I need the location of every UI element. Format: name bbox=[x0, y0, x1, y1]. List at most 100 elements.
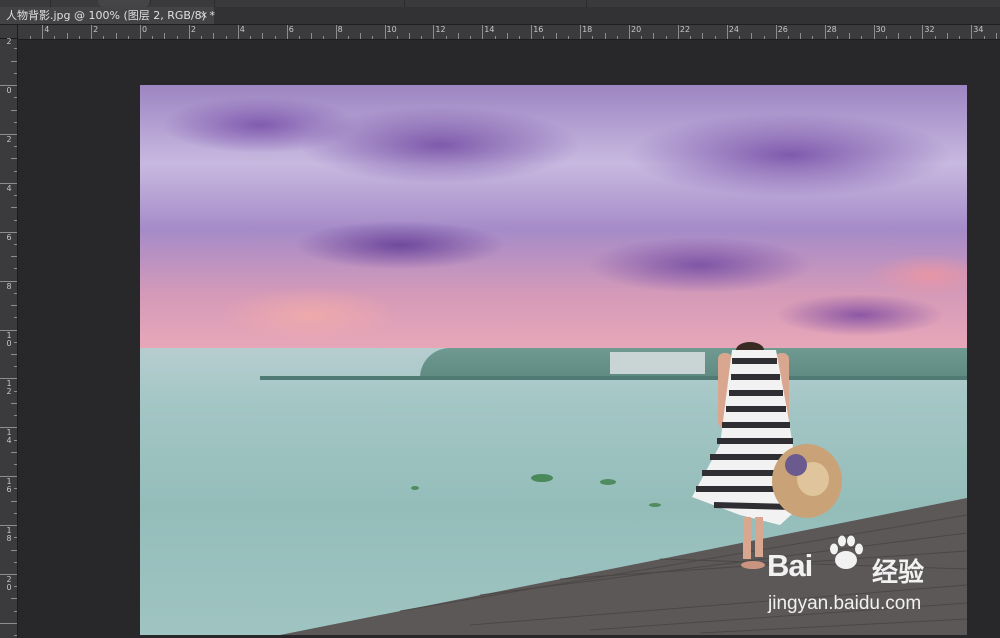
ruler-tick bbox=[787, 36, 789, 39]
ruler-tick bbox=[66, 33, 68, 39]
ruler-label: 26 bbox=[777, 25, 788, 34]
ruler-tick bbox=[201, 36, 203, 39]
ruler-tick bbox=[164, 33, 166, 39]
ruler-tick bbox=[959, 36, 961, 39]
ruler-tick bbox=[286, 25, 288, 39]
ruler-label: 6 bbox=[6, 232, 12, 242]
ruler-tick bbox=[11, 549, 17, 551]
vertical-ruler[interactable]: 202468101214161820 bbox=[0, 37, 18, 638]
ruler-tick bbox=[14, 439, 17, 441]
ruler-tick bbox=[714, 36, 716, 39]
ruler-tick bbox=[653, 33, 655, 39]
ruler-tick bbox=[152, 36, 154, 39]
ruler-tick bbox=[763, 36, 765, 39]
ruler-tick bbox=[396, 36, 398, 39]
ruler-tick bbox=[11, 353, 17, 355]
ruler-tick bbox=[604, 33, 606, 39]
ruler-tick bbox=[14, 268, 17, 270]
ruler-label: 14 bbox=[6, 428, 12, 446]
strip-segment bbox=[403, 0, 405, 7]
ruler-tick bbox=[983, 36, 985, 39]
ruler-tick bbox=[54, 36, 56, 39]
ruler-tick bbox=[897, 33, 899, 39]
ruler-label: 2 bbox=[190, 25, 196, 34]
ruler-label: 12 bbox=[6, 379, 12, 397]
ruler-tick bbox=[176, 36, 178, 39]
ruler-tick bbox=[14, 97, 17, 99]
ruler-tick bbox=[14, 415, 17, 417]
ruler-tick bbox=[14, 512, 17, 514]
watermark-brand-suffix: 经验 bbox=[872, 558, 925, 588]
ruler-tick bbox=[690, 36, 692, 39]
ruler-label: 8 bbox=[337, 25, 343, 34]
ruler-tick bbox=[592, 36, 594, 39]
ruler-tick bbox=[115, 33, 117, 39]
ruler-tick bbox=[0, 133, 17, 135]
ruler-tick bbox=[42, 25, 44, 39]
ruler-tick bbox=[11, 402, 17, 404]
ruler-label: 6 bbox=[288, 25, 294, 34]
ruler-tick bbox=[188, 25, 190, 39]
strip-segment bbox=[213, 0, 215, 7]
ruler-tick bbox=[11, 60, 17, 62]
ruler-tick bbox=[470, 36, 472, 39]
ruler-label: 18 bbox=[582, 25, 593, 34]
strip-segment bbox=[0, 0, 51, 7]
paw-icon bbox=[830, 535, 863, 569]
ruler-tick bbox=[812, 36, 814, 39]
ruler-tick bbox=[531, 25, 533, 39]
ruler-tick bbox=[14, 561, 17, 563]
ruler-tick bbox=[14, 292, 17, 294]
horizontal-ruler[interactable]: 4 2 0 2 4 6 8 10 12 14 16 18 20 22 24 26 28 30 32 34 bbox=[18, 25, 1000, 40]
ruler-tick bbox=[800, 33, 802, 39]
strip-segment bbox=[585, 0, 587, 7]
ruler-tick bbox=[11, 305, 17, 306]
ruler-tick bbox=[677, 25, 679, 39]
ruler-tick bbox=[519, 36, 520, 39]
ruler-label: 32 bbox=[924, 25, 935, 34]
ruler-tick bbox=[91, 25, 93, 39]
ruler-tick bbox=[14, 48, 17, 50]
ruler-tick bbox=[0, 427, 17, 429]
ruler-tick bbox=[836, 36, 838, 39]
ruler-label: 4 bbox=[44, 25, 50, 34]
ruler-tick bbox=[641, 36, 643, 39]
ruler-tick bbox=[360, 33, 361, 39]
ruler-tick bbox=[971, 25, 973, 39]
ruler-label: 20 bbox=[6, 575, 12, 592]
document-tab[interactable]: 人物背影.jpg @ 100% (图层 2, RGB/8) * × bbox=[0, 7, 215, 24]
ruler-tick bbox=[849, 33, 850, 39]
ruler-label: 24 bbox=[728, 25, 739, 34]
ruler-tick bbox=[726, 25, 728, 39]
ruler-label: 28 bbox=[826, 25, 837, 34]
ruler-tick bbox=[995, 33, 997, 39]
close-icon[interactable]: × bbox=[200, 7, 208, 24]
ruler-label: 4 bbox=[6, 183, 12, 193]
ruler-label: 18 bbox=[6, 526, 12, 544]
ruler-tick bbox=[311, 33, 313, 39]
ruler-tick bbox=[494, 36, 496, 39]
ruler-tick bbox=[922, 25, 924, 39]
ruler-tick bbox=[14, 72, 17, 74]
ruler-label: 0 bbox=[6, 86, 12, 95]
ruler-tick bbox=[616, 36, 618, 39]
ruler-tick bbox=[506, 33, 508, 39]
ruler-label: 14 bbox=[484, 25, 495, 34]
ruler-tick bbox=[372, 36, 374, 39]
ruler-tick bbox=[213, 33, 215, 39]
ruler-tick bbox=[274, 36, 276, 39]
watermark-brand: Bai bbox=[767, 548, 813, 583]
ruler-tick bbox=[14, 488, 17, 490]
ruler-tick bbox=[78, 36, 80, 39]
ruler-tick bbox=[14, 390, 17, 392]
ruler-tick bbox=[237, 25, 239, 39]
ruler-tick bbox=[384, 25, 386, 39]
ruler-tick bbox=[30, 36, 31, 39]
ruler-tick bbox=[140, 25, 141, 39]
ruler-tick bbox=[457, 33, 459, 39]
ruler-label: 2 bbox=[6, 37, 12, 47]
ruler-tick bbox=[824, 25, 826, 39]
top-strip bbox=[0, 0, 1000, 7]
ruler-tick bbox=[567, 36, 569, 39]
ruler-tick bbox=[873, 25, 875, 39]
